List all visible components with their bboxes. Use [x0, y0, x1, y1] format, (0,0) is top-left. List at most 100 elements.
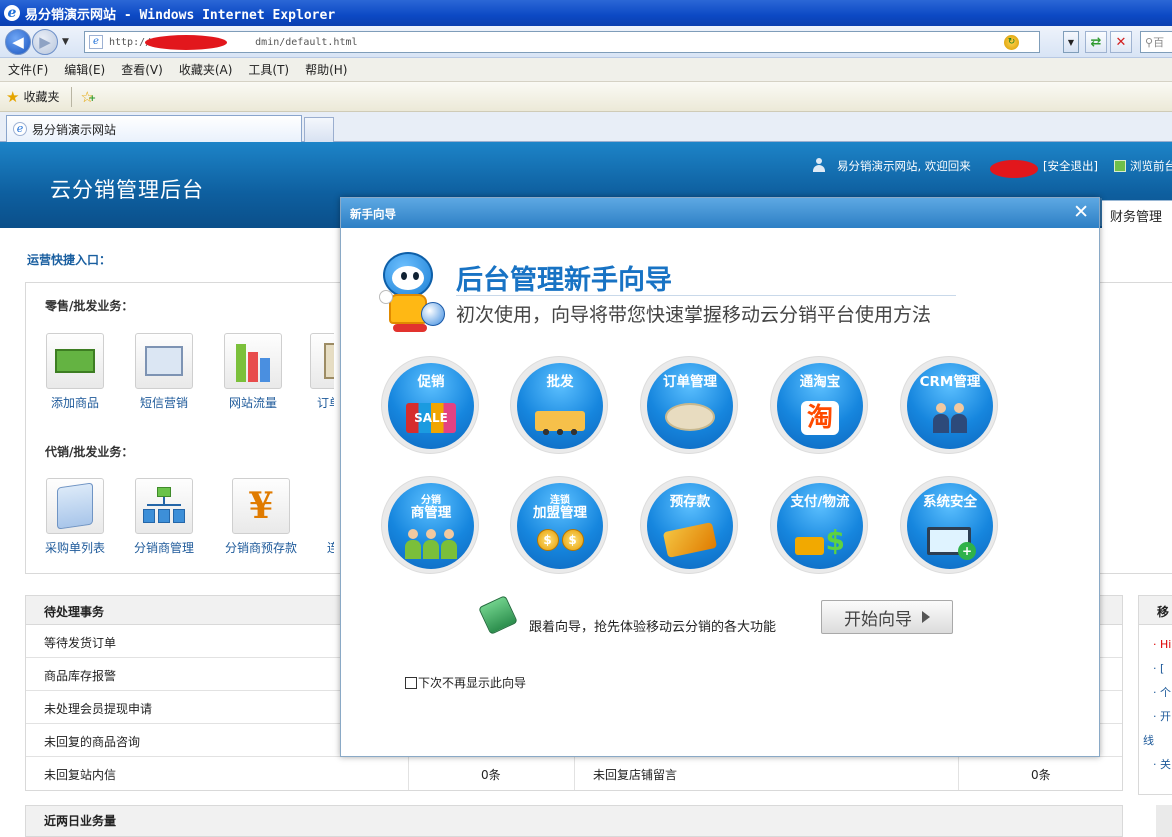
- menu-favorites[interactable]: 收藏夹(A): [179, 61, 233, 78]
- row-label[interactable]: 等待发货订单: [44, 634, 116, 651]
- nav-tab-finance[interactable]: 财务管理: [1102, 200, 1172, 228]
- search-icon: ⚲: [1145, 35, 1154, 49]
- feature-prepaid[interactable]: 预存款: [640, 476, 738, 574]
- cta-text: 跟着向导，抢先体验移动云分销的各大功能: [529, 620, 777, 635]
- table-row: 未回复站内信 0条 未回复店铺留言 0条: [26, 757, 1122, 790]
- row-label[interactable]: 未回复的商品咨询: [44, 733, 140, 750]
- menu-file[interactable]: 文件(F): [8, 61, 48, 78]
- feature-label: 支付/物流: [790, 494, 850, 510]
- quick-purchase-list[interactable]: 采购单列表: [30, 478, 120, 556]
- feature-label: 批发: [546, 374, 574, 390]
- user-icon: [813, 158, 825, 172]
- logout-link[interactable]: [安全退出]: [1043, 158, 1098, 174]
- favorites-bar: ★ 收藏夹 ☆ +: [0, 82, 1172, 112]
- feature-label: 订单管理: [663, 374, 717, 390]
- new-tab-button[interactable]: [304, 117, 334, 142]
- feature-distributor[interactable]: 分销 商管理: [381, 476, 479, 574]
- quick-label: 短信营销: [139, 396, 188, 410]
- list-item[interactable]: · 开: [1153, 705, 1172, 729]
- play-arrow-icon: [922, 611, 930, 623]
- feature-label: 系统安全: [923, 494, 977, 510]
- quick-add-product[interactable]: 添加商品: [30, 333, 120, 411]
- quick-sms-marketing[interactable]: 短信营销: [119, 333, 209, 411]
- search-placeholder: 百: [1153, 36, 1165, 49]
- group-icon: [398, 529, 464, 559]
- piggy-bank-icon: [665, 403, 715, 431]
- refresh-button[interactable]: ⇄: [1085, 31, 1107, 53]
- dont-show-again[interactable]: 下次不再显示此向导: [405, 674, 526, 691]
- org-chart-icon: [135, 478, 193, 534]
- feature-label: 分销 商管理: [388, 495, 474, 521]
- menu-view[interactable]: 查看(V): [121, 61, 163, 78]
- feature-label: 促销: [417, 374, 445, 390]
- monitor-icon: [927, 527, 976, 560]
- dont-show-checkbox[interactable]: [405, 676, 417, 689]
- add-favorite-icon[interactable]: ☆ +: [80, 88, 96, 106]
- scrollbar[interactable]: [1156, 805, 1172, 837]
- start-wizard-button[interactable]: 开始向导: [821, 600, 953, 634]
- tab-strip: e 易分销演示网站: [0, 112, 1172, 142]
- menu-edit[interactable]: 编辑(E): [64, 61, 105, 78]
- admin-title: 云分销管理后台: [50, 178, 204, 202]
- list-item[interactable]: · Hi: [1153, 633, 1172, 657]
- wizard-subtitle: 初次使用，向导将带您快速掌握移动云分销平台使用方法: [456, 304, 932, 326]
- feature-system-security[interactable]: 系统安全: [900, 476, 998, 574]
- quick-entry-title: 运营快捷入口：: [27, 253, 112, 267]
- forward-button[interactable]: ▶: [32, 29, 58, 55]
- taobao-icon: 淘: [801, 401, 839, 435]
- tab-active[interactable]: e 易分销演示网站: [6, 115, 302, 142]
- address-dropdown-icon[interactable]: ▼: [1063, 31, 1079, 53]
- quick-chain[interactable]: 连锁: [290, 478, 334, 556]
- back-button[interactable]: ◀: [5, 29, 31, 55]
- compatibility-icon[interactable]: ↻: [1004, 35, 1019, 50]
- row-label[interactable]: 未回复店铺留言: [593, 766, 677, 783]
- address-path: dmin/default.html: [255, 36, 358, 48]
- side-title: 移: [1139, 596, 1172, 625]
- feature-label: 预存款: [669, 494, 711, 510]
- window-title: 易分销演示网站 - Windows Internet Explorer: [25, 7, 336, 23]
- close-icon[interactable]: ✕: [1073, 201, 1089, 223]
- quick-site-traffic[interactable]: 网站流量: [208, 333, 298, 411]
- start-wizard-label: 开始向导: [844, 609, 912, 630]
- people-icon: [925, 403, 975, 433]
- stop-button[interactable]: ✕: [1110, 31, 1132, 53]
- feature-label: CRM管理: [919, 374, 981, 390]
- feature-main-label: 商管理: [410, 505, 452, 521]
- menu-tools[interactable]: 工具(T): [248, 61, 289, 78]
- favorites-button[interactable]: 收藏夹: [23, 88, 59, 105]
- wizard-pen-icon: [478, 595, 518, 635]
- search-input[interactable]: ⚲ 百: [1140, 31, 1172, 53]
- feature-taobao[interactable]: 通淘宝 淘: [770, 356, 868, 454]
- feature-crm[interactable]: CRM管理: [900, 356, 998, 454]
- wizard-heading: 后台管理新手向导: [456, 265, 672, 296]
- list-item[interactable]: · 关: [1153, 753, 1172, 777]
- feature-promotion[interactable]: 促销 SALE: [381, 356, 479, 454]
- browse-front-link[interactable]: 浏览前台: [1114, 158, 1172, 174]
- cart-icon: [46, 333, 104, 389]
- favorites-star-icon: ★: [6, 87, 20, 106]
- history-dropdown-icon[interactable]: ▼: [62, 37, 69, 47]
- feature-wholesale[interactable]: 批发: [510, 356, 608, 454]
- feature-franchise[interactable]: 连锁 加盟管理 $ $: [510, 476, 608, 574]
- quick-distributor-manage[interactable]: 分销商管理: [119, 478, 209, 556]
- feature-label: 连锁 加盟管理: [517, 495, 603, 521]
- page-icon: e: [89, 35, 103, 49]
- list-item[interactable]: · [: [1153, 657, 1172, 681]
- browse-front-label: 浏览前台: [1130, 159, 1172, 173]
- list-item[interactable]: · 个: [1153, 681, 1172, 705]
- feature-payment-logistics[interactable]: 支付/物流 $: [770, 476, 868, 574]
- quick-orders[interactable]: 订单: [290, 333, 334, 411]
- redaction-mark: [145, 35, 227, 50]
- row-label[interactable]: 未处理会员提现申请: [44, 700, 152, 717]
- divider: [456, 295, 956, 296]
- address-bar[interactable]: e http:// dmin/default.html ↻: [84, 31, 1040, 53]
- row-label[interactable]: 商品库存报警: [44, 667, 116, 684]
- row-value: 0条: [481, 768, 501, 782]
- menu-help[interactable]: 帮助(H): [305, 61, 347, 78]
- browser-title-bar: e 易分销演示网站 - Windows Internet Explorer: [0, 0, 1172, 26]
- feature-order-manage[interactable]: 订单管理: [640, 356, 738, 454]
- payment-truck-icon: $: [795, 525, 845, 555]
- row-label[interactable]: 未回复站内信: [44, 766, 116, 783]
- wizard-bar-title: 新手向导: [350, 207, 396, 221]
- divider: [71, 86, 73, 107]
